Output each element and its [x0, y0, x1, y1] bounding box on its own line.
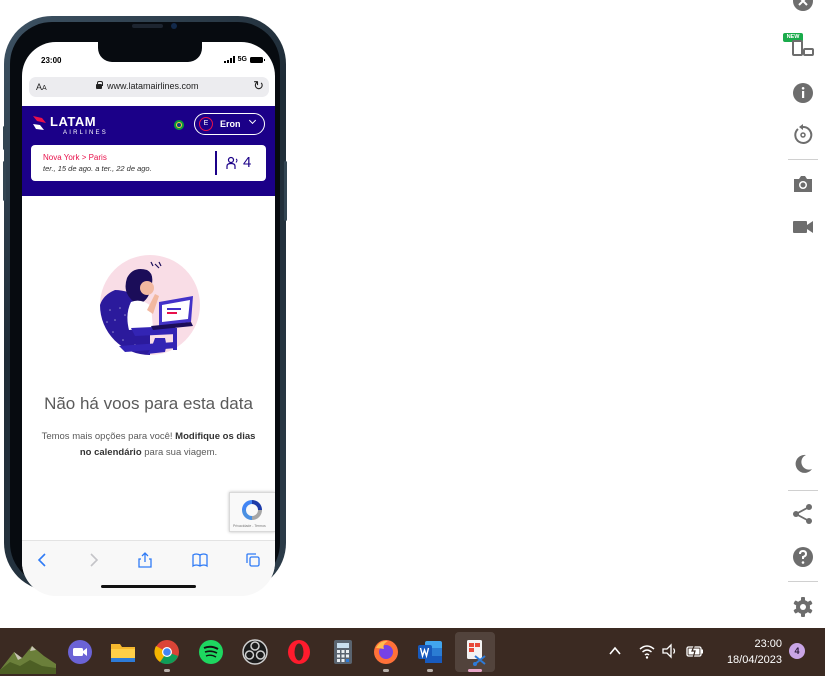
opera-icon[interactable] [283, 636, 315, 668]
camera-icon[interactable] [792, 173, 814, 195]
help-icon[interactable] [792, 546, 814, 568]
notch [98, 42, 202, 62]
avatar: E [199, 117, 213, 131]
info-icon[interactable] [792, 82, 814, 104]
user-name: Eron [220, 119, 241, 129]
bookmarks-icon[interactable] [191, 551, 209, 569]
latam-logo-icon[interactable] [32, 114, 48, 132]
latam-header: LATAM AIRLINES E Eron Nova York > Paris … [22, 106, 275, 196]
video-icon[interactable] [792, 216, 814, 238]
volume-icon[interactable] [661, 642, 679, 660]
search-summary-card[interactable]: Nova York > Paris ter., 15 de ago. a ter… [31, 145, 266, 181]
passenger-icon [226, 156, 238, 169]
empty-state-message: Temos mais opções para você! Modifique o… [40, 429, 257, 461]
status-indicators: 5G [223, 56, 265, 63]
empty-state-title: Não há voos para esta data [44, 394, 253, 413]
rail-divider [788, 490, 818, 491]
word-icon[interactable] [414, 636, 446, 668]
divider [215, 151, 217, 175]
power-button [284, 161, 287, 221]
route-label: Nova York > Paris [43, 153, 107, 162]
reload-icon[interactable]: ↻ [253, 78, 264, 94]
message-text-end: para sua viagem. [141, 447, 218, 458]
obs-icon[interactable] [239, 636, 271, 668]
user-menu-button[interactable]: E Eron [194, 113, 265, 135]
chevron-up-icon[interactable] [607, 642, 623, 660]
url-text[interactable]: www.latamairlines.com [107, 81, 199, 91]
brand-name: LATAM [50, 114, 97, 129]
message-text: Temos mais opções para você! [41, 431, 176, 442]
video-call-app-icon[interactable] [64, 636, 96, 668]
close-icon[interactable] [792, 0, 814, 12]
windows-taskbar: 23:00 18/04/2023 [0, 628, 825, 676]
lock-icon [96, 81, 103, 89]
volume-down-button [3, 161, 6, 201]
volume-up-button [3, 126, 6, 150]
front-camera [171, 23, 177, 29]
system-clock[interactable]: 23:00 18/04/2023 [718, 636, 782, 668]
tabs-icon[interactable] [244, 551, 262, 569]
notification-badge[interactable]: 4 [789, 643, 805, 659]
rail-divider [788, 581, 818, 582]
running-indicator [427, 669, 433, 672]
share-sheet-icon[interactable] [136, 551, 154, 569]
running-indicator [164, 669, 170, 672]
browser-url-bar[interactable]: AA www.latamairlines.com ↻ [29, 77, 269, 97]
wifi-icon[interactable] [638, 642, 656, 660]
brand-subtitle: AIRLINES [63, 130, 108, 136]
phone-screen: 23:00 5G AA www.latamairlines.com ↻ LATA… [22, 42, 275, 596]
brazil-flag-icon[interactable] [174, 120, 184, 130]
share-icon[interactable] [792, 503, 814, 525]
back-icon[interactable] [34, 551, 52, 569]
spotify-icon[interactable] [195, 636, 227, 668]
desktop: 23:00 5G AA www.latamairlines.com ↻ LATA… [0, 0, 825, 676]
file-explorer-icon[interactable] [107, 636, 139, 668]
recaptcha-icon [242, 500, 262, 520]
clock-time: 23:00 [754, 638, 782, 650]
firefox-icon[interactable] [370, 636, 402, 668]
network-label: 5G [237, 56, 247, 63]
speaker-grill [132, 24, 163, 28]
iphone-frame: 23:00 5G AA www.latamairlines.com ↻ LATA… [3, 16, 287, 596]
dates-label: ter., 15 de ago. a ter., 22 de ago. [43, 164, 152, 173]
browser-toolbar [22, 540, 275, 596]
woman-at-laptop-illustration [100, 255, 200, 355]
recaptcha-badge[interactable]: Privacidade - Termos [229, 492, 275, 532]
status-time: 23:00 [41, 56, 62, 65]
running-indicator [383, 669, 389, 672]
passenger-count: 4 [243, 154, 252, 171]
device-mode-icon[interactable] [792, 37, 814, 59]
forward-icon[interactable] [84, 551, 102, 569]
chevron-down-icon [248, 116, 257, 125]
signal-icon [223, 56, 235, 63]
running-indicator-active [468, 669, 482, 672]
text-size-button[interactable]: AA [36, 82, 47, 92]
battery-charging-icon[interactable] [685, 642, 705, 660]
settings-icon[interactable] [792, 596, 814, 618]
home-indicator[interactable] [101, 585, 196, 588]
chrome-icon[interactable] [151, 636, 183, 668]
snipping-tool-icon[interactable] [459, 636, 491, 668]
calculator-icon[interactable] [327, 636, 359, 668]
rail-divider [788, 159, 818, 160]
clock-date: 18/04/2023 [726, 654, 782, 666]
rotate-icon[interactable] [792, 124, 814, 146]
battery-icon [250, 56, 265, 63]
moon-icon[interactable] [792, 453, 814, 475]
landscape-widget-icon[interactable] [0, 634, 56, 674]
recaptcha-links[interactable]: Privacidade - Termos [233, 524, 266, 528]
